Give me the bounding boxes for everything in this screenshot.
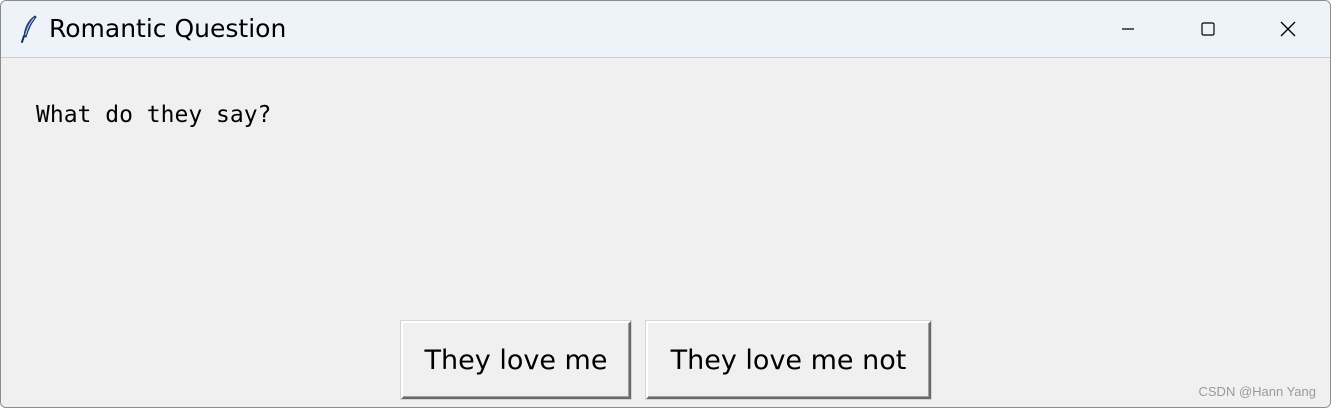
app-window: Romantic Question What do they say? They… [0,0,1331,408]
they-love-me-not-button[interactable]: They love me not [646,321,931,399]
window-title: Romantic Question [49,14,287,43]
watermark: CSDN @Hann Yang [1198,384,1317,399]
maximize-button[interactable] [1168,1,1248,57]
minimize-icon [1120,21,1136,37]
question-label: What do they say? [36,102,272,128]
maximize-icon [1200,21,1216,37]
close-button[interactable] [1248,1,1328,57]
minimize-button[interactable] [1088,1,1168,57]
window-client-area: What do they say? They love me They love… [1,58,1330,407]
close-icon [1279,20,1297,38]
title-bar[interactable]: Romantic Question [1,1,1330,58]
they-love-me-button[interactable]: They love me [401,321,631,399]
feather-icon [19,14,41,44]
